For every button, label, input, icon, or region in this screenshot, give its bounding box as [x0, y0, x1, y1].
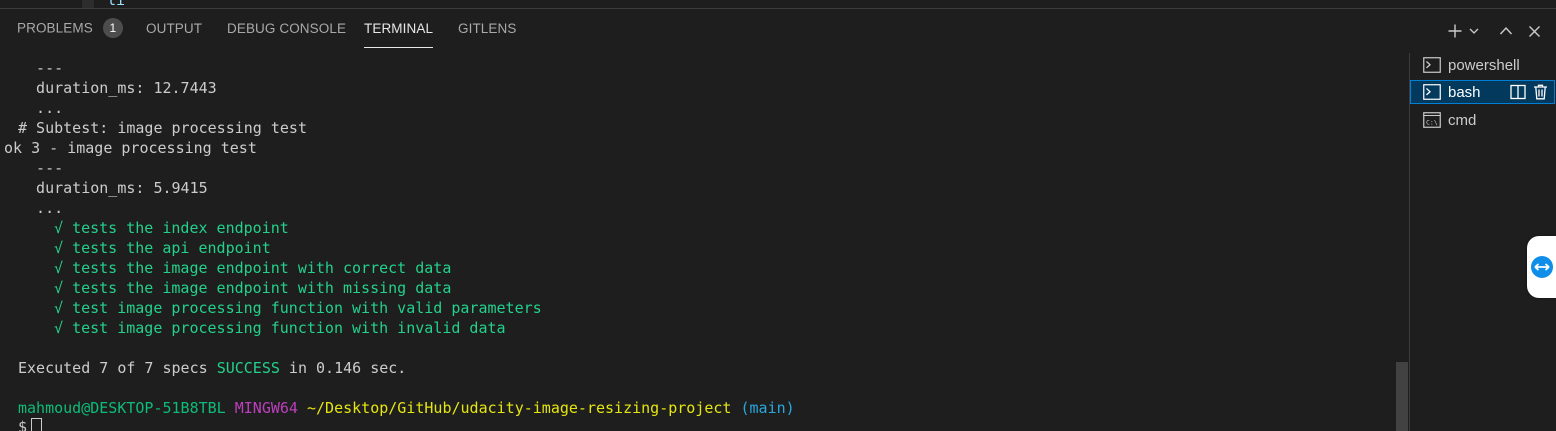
prompt-path: ~/Desktop/GitHub/udacity-image-resizing-…: [307, 399, 732, 417]
terminal-line: ok 3 - image processing test: [4, 139, 257, 157]
launch-profile-dropdown[interactable]: [1466, 18, 1482, 44]
terminal-scrollbar-thumb[interactable]: [1396, 362, 1408, 431]
prompt-branch: (main): [740, 399, 795, 417]
kill-terminal-button[interactable]: [1529, 79, 1551, 105]
terminal-line: ---: [18, 159, 64, 177]
terminal-output[interactable]: --- duration_ms: 12.7443 ... # Subtest: …: [0, 53, 1408, 431]
terminal-icon: [1423, 84, 1441, 100]
spec-name: tests the api endpoint: [72, 239, 271, 257]
check-mark: √: [54, 239, 64, 257]
input-line[interactable]: $: [18, 417, 43, 431]
spec-name: tests the index endpoint: [72, 219, 289, 237]
svg-text:C:\: C:\: [1426, 119, 1438, 127]
tab-problems[interactable]: PROBLEMS 1: [17, 18, 123, 39]
summary-line: Executed 7 of 7 specs SUCCESS in 0.146 s…: [18, 358, 406, 378]
active-tab-indicator: [364, 47, 434, 48]
spec-result-line: √ test image processing function with in…: [54, 318, 506, 338]
editor-remnant: "li " ": [0, 0, 1556, 9]
spec-name: test image processing function with inva…: [72, 319, 506, 337]
spec-result-line: √ test image processing function with va…: [54, 298, 542, 318]
spec-name: tests the image endpoint with missing da…: [72, 279, 452, 297]
prompt-user-host: mahmoud@DESKTOP-51B8TBL: [18, 399, 226, 417]
panel-tab-bar: PROBLEMS 1 OUTPUT DEBUG CONSOLE TERMINAL …: [0, 9, 1556, 53]
terminal-cursor: [31, 418, 43, 431]
check-mark: √: [54, 219, 64, 237]
spec-name: tests the image endpoint with correct da…: [72, 259, 452, 277]
tab-terminal[interactable]: TERMINAL: [364, 21, 434, 48]
panel-actions: [1444, 9, 1548, 53]
terminal-line: ...: [18, 99, 64, 117]
check-mark: √: [54, 319, 64, 337]
editor-code-fragment: "li " ": [98, 0, 162, 9]
terminal-line: duration_ms: 5.9415: [18, 179, 208, 197]
spec-name: test image processing function with vali…: [72, 299, 542, 317]
terminal-line: duration_ms: 12.7443: [18, 79, 217, 97]
chevron-down-icon: [1469, 28, 1479, 34]
terminal-icon: [1423, 57, 1441, 73]
chevron-up-icon: [1499, 26, 1513, 35]
terminal-tab-label: powershell: [1448, 56, 1520, 74]
check-mark: √: [54, 259, 64, 277]
tab-terminal-label: TERMINAL: [364, 21, 434, 36]
terminal-line: ...: [18, 199, 64, 217]
terminal-tab-label: bash: [1448, 83, 1481, 101]
new-terminal-button[interactable]: [1444, 18, 1466, 44]
remote-control-widget[interactable]: [1527, 236, 1556, 298]
close-panel-button[interactable]: [1520, 18, 1548, 44]
summary-prefix: Executed 7 of 7 specs: [18, 359, 217, 377]
tab-debug-console-label: DEBUG CONSOLE: [227, 21, 347, 36]
spec-result-line: √ tests the image endpoint with missing …: [54, 278, 451, 298]
tab-output-label: OUTPUT: [146, 21, 203, 36]
trash-icon: [1533, 84, 1547, 100]
split-icon: [1510, 84, 1526, 100]
spec-result-line: √ tests the image endpoint with correct …: [54, 258, 451, 278]
terminal-line: ---: [18, 59, 64, 77]
maximize-panel-button[interactable]: [1492, 18, 1520, 44]
cmd-icon: C:\: [1423, 112, 1441, 128]
terminal-tab-cmd[interactable]: C:\ cmd: [1410, 108, 1555, 132]
terminal-tab-label: cmd: [1448, 111, 1477, 129]
summary-status: SUCCESS: [216, 359, 280, 377]
problems-count-badge: 1: [102, 18, 123, 38]
terminal-tab-actions: [1507, 79, 1551, 105]
spec-result-line: √ tests the index endpoint: [54, 218, 289, 238]
tab-debug-console[interactable]: DEBUG CONSOLE: [227, 21, 346, 36]
terminal-line: # Subtest: image processing test: [18, 119, 307, 137]
summary-suffix: in 0.146 sec.: [279, 359, 407, 377]
prompt-symbol: $: [18, 418, 28, 431]
plus-icon: [1448, 24, 1462, 38]
prompt-line: mahmoud@DESKTOP-51B8TBL MINGW64 ~/Deskto…: [18, 398, 795, 418]
close-icon: [1528, 25, 1540, 37]
terminal-tab-powershell[interactable]: powershell: [1410, 53, 1555, 77]
editor-gutter: [82, 0, 94, 8]
check-mark: √: [54, 279, 64, 297]
tab-output[interactable]: OUTPUT: [146, 21, 202, 36]
check-mark: √: [54, 299, 64, 317]
tab-gitlens-label: GITLENS: [458, 21, 517, 36]
tab-gitlens[interactable]: GITLENS: [458, 21, 516, 36]
split-terminal-button[interactable]: [1507, 79, 1529, 105]
spec-result-line: √ tests the api endpoint: [54, 238, 271, 258]
prompt-shell: MINGW64: [234, 399, 298, 417]
tab-problems-label: PROBLEMS: [17, 20, 93, 36]
double-arrow-icon: [1530, 256, 1553, 278]
terminal-tab-bash[interactable]: bash: [1410, 80, 1555, 104]
